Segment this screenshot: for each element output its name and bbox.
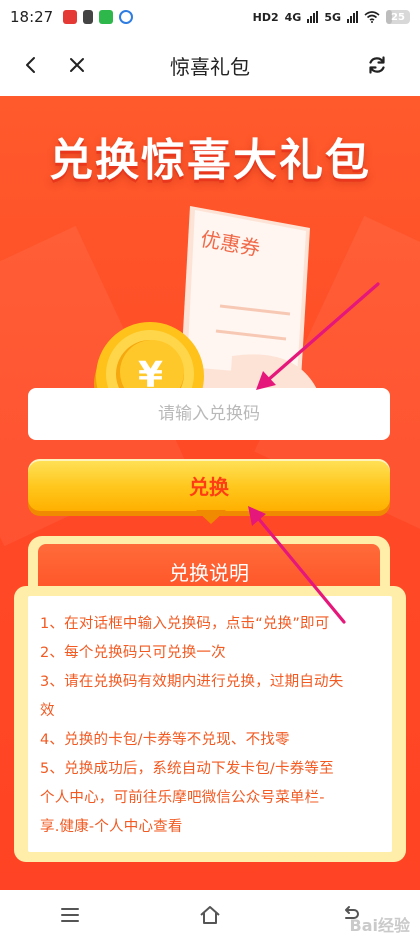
close-button[interactable]: [60, 48, 94, 82]
status-bar: 18:27 HD2 4G 5G 25: [0, 0, 420, 34]
instruction-line: 1、在对话框中输入兑换码，点击“兑换”即可: [40, 616, 330, 632]
refresh-icon: [369, 56, 385, 74]
status-time: 18:27: [10, 8, 54, 26]
instructions-card: 1、在对话框中输入兑换码，点击“兑换”即可 2、每个兑换码只可兑换一次 3、请在…: [14, 586, 406, 862]
news-app-icon: [63, 10, 78, 24]
wechat-app-icon: [99, 10, 114, 24]
nav-bar: 惊喜礼包: [0, 34, 420, 96]
wifi-icon: [364, 11, 380, 23]
signal-5g-icon: [347, 11, 358, 23]
signal-4g-icon: [307, 11, 319, 23]
menu-icon: [61, 908, 79, 922]
home-icon: [200, 906, 220, 924]
coin-coupon-illustration: 优惠券 ¥: [94, 206, 320, 432]
instructions-body: 1、在对话框中输入兑换码，点击“兑换”即可 2、每个兑换码只可兑换一次 3、请在…: [28, 596, 392, 852]
sim-card-icon: [83, 10, 94, 24]
system-nav-bar: Bai经验: [0, 890, 420, 940]
status-left: 18:27: [10, 8, 134, 26]
close-icon: [70, 58, 84, 72]
instruction-line: 个人中心，可前往乐摩吧微信公众号菜单栏-: [40, 790, 325, 806]
redeem-button[interactable]: 兑换: [28, 459, 390, 511]
instruction-line: 4、兑换的卡包/卡券等不兑现、不找零: [40, 732, 290, 748]
instruction-line: 效: [40, 703, 55, 719]
back-button[interactable]: [14, 48, 48, 82]
watermark: Bai经验: [349, 916, 410, 935]
instruction-line: 享.健康-个人中心查看: [40, 819, 183, 835]
signal-4g-label: 4G: [284, 10, 302, 24]
menu-button[interactable]: [50, 895, 90, 935]
instruction-line: 3、请在兑换码有效期内进行兑换，过期自动失: [40, 674, 344, 690]
battery-level-label: 25: [391, 11, 405, 23]
redeem-code-input[interactable]: [28, 388, 390, 440]
button-notch: [196, 510, 226, 524]
chevron-left-icon: [26, 57, 35, 73]
instruction-line: 5、兑换成功后，系统自动下发卡包/卡券等至: [40, 761, 334, 777]
home-button[interactable]: [190, 895, 230, 935]
hd-badge: HD2: [252, 10, 279, 24]
signal-5g-label: 5G: [324, 10, 341, 24]
redeem-panel: 兑换惊喜大礼包 优惠券 ¥ 兑换 兑换说明 1、在对话框中输入兑换码，点击“兑换…: [0, 96, 420, 890]
instruction-line: 2、每个兑换码只可兑换一次: [40, 645, 226, 661]
status-right: HD2 4G 5G 25: [253, 10, 410, 24]
battery-icon: 25: [386, 10, 410, 24]
refresh-button[interactable]: [360, 48, 394, 82]
browser-app-icon: [119, 10, 134, 24]
banner-title: 兑换惊喜大礼包: [49, 135, 371, 186]
